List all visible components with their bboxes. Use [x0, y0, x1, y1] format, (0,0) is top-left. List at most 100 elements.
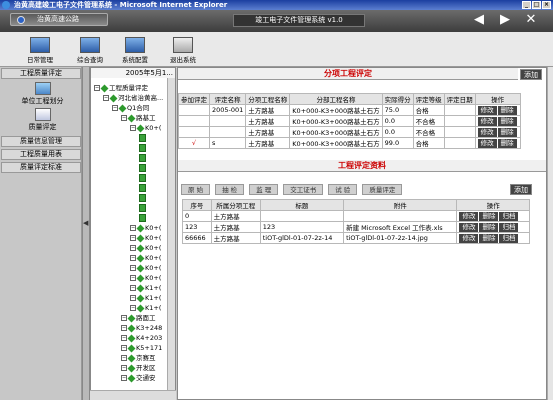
tree-node[interactable]: [139, 154, 147, 163]
table-cell: 合格: [412, 104, 445, 116]
daily-management-button[interactable]: 日常管理: [20, 37, 60, 65]
minimize-button[interactable]: _: [522, 1, 531, 9]
system-config-button[interactable]: 系统配置: [115, 37, 155, 65]
tree-node-label: K4+203: [136, 334, 163, 342]
tab-2[interactable]: 监 理: [249, 184, 279, 195]
edit-button[interactable]: 修改: [459, 222, 479, 232]
edit-button[interactable]: 修改: [477, 105, 497, 115]
folder-node-icon: [136, 254, 145, 262]
edit-button[interactable]: 修改: [477, 127, 497, 137]
table-row: √ s 土方路基 K0+000-K3+000路基土石方 99.0 合格 修改 删除: [178, 137, 521, 149]
panel-splitter[interactable]: ◀: [82, 67, 90, 400]
tree-node[interactable]: [139, 184, 147, 193]
delete-button[interactable]: 删除: [479, 222, 499, 232]
tree-node[interactable]: − K0+(: [130, 224, 161, 233]
delete-button[interactable]: 删除: [497, 138, 517, 148]
tree-node[interactable]: − K4+203: [121, 334, 162, 343]
actions-cell: 修改 删除: [474, 137, 521, 149]
tab-4[interactable]: 试 验: [328, 184, 358, 195]
nav-link-quality-info[interactable]: 质量信息管理: [1, 136, 81, 147]
tree-node[interactable]: − K1+(: [130, 304, 161, 313]
tree-node[interactable]: − K0+(: [130, 274, 161, 283]
maximize-button[interactable]: □: [532, 1, 541, 9]
tree-node-label: K0+(: [145, 234, 162, 242]
nav-section-quality[interactable]: 工程质量评定: [1, 68, 81, 79]
tree-node-label: K0+(: [145, 274, 162, 282]
table-cell: tiOT-glDl-01-07-2z-14.jpg: [343, 232, 458, 244]
forward-arrow-icon[interactable]: ▶: [496, 13, 514, 26]
tab-3[interactable]: 交工证书: [283, 184, 324, 195]
nav-link-quality-forms[interactable]: 工程质量用表: [1, 149, 81, 160]
column-header: 序号: [182, 199, 212, 211]
window-title: 治黄高建竣工电子文件管理系统 - Microsoft Internet Expl…: [14, 1, 228, 9]
tree-node[interactable]: − 工程质量评定: [94, 84, 148, 93]
tree-node[interactable]: − K0+(: [130, 254, 161, 263]
tree-node[interactable]: − 开发区: [121, 364, 156, 373]
tree-scrollbar[interactable]: [167, 78, 175, 390]
document-icon: [139, 134, 146, 142]
window-titlebar: 治黄高建竣工电子文件管理系统 - Microsoft Internet Expl…: [0, 0, 553, 10]
edit-button[interactable]: 修改: [477, 138, 497, 148]
tree-node[interactable]: − 路面工: [121, 314, 156, 323]
actions-cell: 修改 删除 归档: [456, 210, 530, 222]
delete-button[interactable]: 删除: [497, 127, 517, 137]
tree-node[interactable]: − K0+(: [130, 264, 161, 273]
edit-button[interactable]: 修改: [477, 116, 497, 126]
folder-node-icon: [136, 304, 145, 312]
add-material-button[interactable]: 添加: [510, 184, 532, 195]
tab-0[interactable]: 原 始: [181, 184, 211, 195]
archive-button[interactable]: 归档: [499, 211, 519, 221]
tree-node[interactable]: − K3+248: [121, 324, 162, 333]
tab-5[interactable]: 质量评定: [362, 184, 403, 195]
archive-button[interactable]: 归档: [499, 233, 519, 243]
tree-node[interactable]: − K0+(: [130, 124, 161, 133]
edit-button[interactable]: 修改: [459, 211, 479, 221]
tree-node[interactable]: − 路基工: [121, 114, 156, 123]
tree-node[interactable]: − K0+(: [130, 244, 161, 253]
nav-item-unit-division[interactable]: 单位工程划分: [15, 82, 70, 106]
tree-node[interactable]: − K5+171: [121, 344, 162, 353]
site-tab[interactable]: 治黄高速公路: [10, 13, 108, 26]
delete-button[interactable]: 删除: [497, 116, 517, 126]
tree-node[interactable]: [139, 134, 147, 143]
nav-item-quality-eval[interactable]: 质量评定: [15, 108, 70, 132]
tree-node[interactable]: − Q1合同: [112, 104, 149, 113]
table-cell: 土方路基: [245, 104, 291, 116]
exit-system-button[interactable]: 退出系统: [163, 37, 203, 65]
tree-node[interactable]: [139, 194, 147, 203]
delete-button[interactable]: 删除: [479, 211, 499, 221]
tree-horizontal-scrollbar[interactable]: [90, 390, 176, 400]
table-row: 0 土方路基 修改 删除 归档: [182, 210, 530, 222]
tree-node[interactable]: − K1+(: [130, 294, 161, 303]
tree-node[interactable]: [139, 174, 147, 183]
tree-node[interactable]: − 京赛互: [121, 354, 156, 363]
tree-node[interactable]: − 河北省治黄高...: [103, 94, 163, 103]
archive-button[interactable]: 归档: [499, 222, 519, 232]
tree-node[interactable]: − K1+(: [130, 284, 161, 293]
table-cell: [178, 115, 210, 127]
collapse-arrow-icon[interactable]: ◀: [83, 219, 88, 227]
tree-node[interactable]: [139, 214, 147, 223]
query-button[interactable]: 综合查询: [70, 37, 110, 65]
ie-icon: [2, 1, 10, 9]
table-cell: 土方路基: [245, 115, 291, 127]
tree-node[interactable]: [139, 204, 147, 213]
back-arrow-icon[interactable]: ◀: [470, 13, 488, 26]
add-eval-button[interactable]: 添加: [520, 69, 542, 80]
delete-button[interactable]: 删除: [479, 233, 499, 243]
table-cell: tiOT-glDl-01-07-2z-14: [259, 232, 345, 244]
close-icon[interactable]: ✕: [522, 13, 540, 26]
main-scrollbar[interactable]: [547, 67, 553, 400]
folder-node-icon: [127, 354, 136, 362]
tree-node[interactable]: − K0+(: [130, 234, 161, 243]
nav-link-quality-standard[interactable]: 质量评定标准: [1, 162, 81, 173]
tree-node[interactable]: − 交通安: [121, 374, 156, 383]
close-window-button[interactable]: ×: [542, 1, 551, 9]
document-icon: [139, 144, 146, 152]
tab-1[interactable]: 抽 检: [215, 184, 245, 195]
tree-node[interactable]: [139, 164, 147, 173]
edit-button[interactable]: 修改: [459, 233, 479, 243]
delete-button[interactable]: 删除: [497, 105, 517, 115]
column-header: 附件: [343, 199, 458, 211]
tree-node[interactable]: [139, 144, 147, 153]
